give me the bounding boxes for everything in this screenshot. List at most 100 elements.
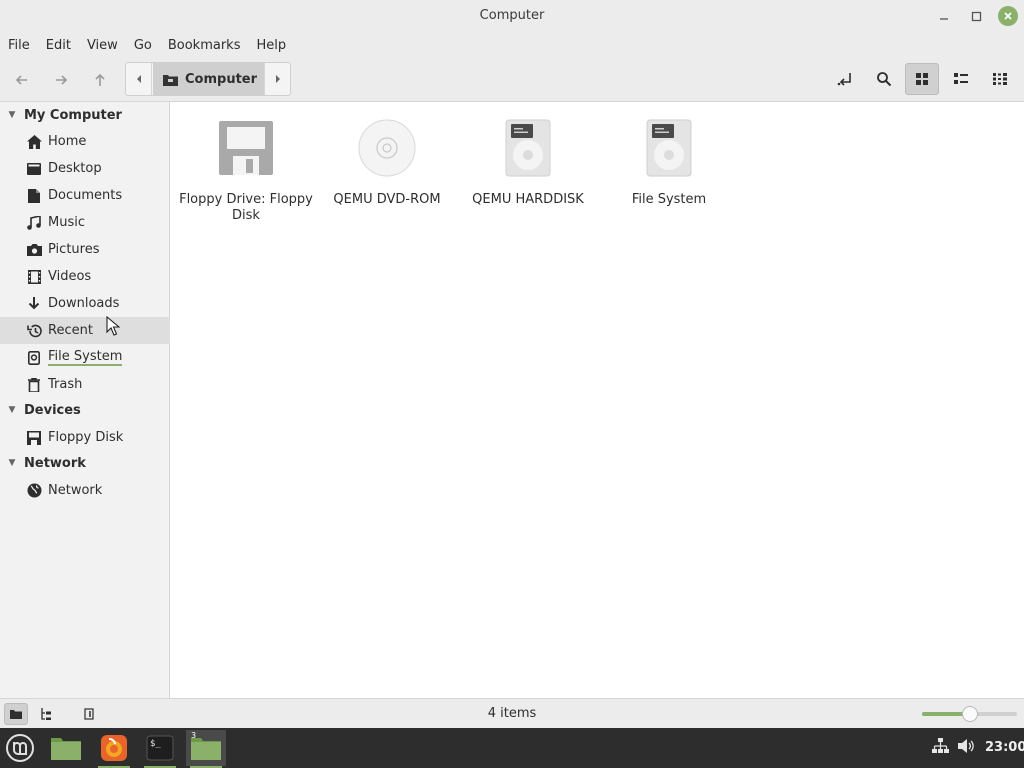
hard-disk-icon: [505, 119, 551, 177]
menu-edit[interactable]: Edit: [40, 38, 77, 53]
sidebar-item-label: Desktop: [48, 161, 102, 176]
sidebar-item-documents[interactable]: Documents: [0, 182, 170, 209]
hard-disk-icon: [646, 119, 692, 177]
caret-right-icon: [275, 75, 280, 83]
mint-logo-icon: [6, 734, 34, 762]
terminal-icon: $_: [146, 735, 174, 761]
sidebar-item-label: Documents: [48, 188, 123, 203]
taskbar-firefox-launcher[interactable]: [94, 730, 134, 768]
minimize-button[interactable]: [934, 6, 954, 26]
up-button[interactable]: [85, 66, 115, 94]
search-icon: [877, 72, 892, 87]
taskbar: $_ 3 23:00: [0, 728, 1024, 768]
expand-triangle-icon: ▼: [8, 458, 16, 468]
sidebar-item-label: Network: [48, 483, 103, 498]
expand-triangle-icon: ▼: [8, 110, 16, 120]
file-item-file-system[interactable]: File System: [599, 118, 739, 208]
sidebar-item-label: Pictures: [48, 242, 100, 257]
section-my-computer[interactable]: ▼ My Computer: [0, 104, 170, 126]
music-icon: [26, 215, 42, 231]
sidebar-item-videos[interactable]: Videos: [0, 263, 170, 290]
list-view-icon: [954, 73, 968, 84]
drive-icon: [26, 350, 42, 366]
file-item-dvd-rom[interactable]: QEMU DVD-ROM: [317, 118, 457, 208]
network-tray-icon[interactable]: [932, 738, 949, 754]
section-network[interactable]: ▼ Network: [0, 452, 170, 474]
sidebar-item-file-system[interactable]: File System: [0, 344, 170, 371]
forward-button[interactable]: [46, 66, 76, 94]
folder-icon: [51, 738, 81, 760]
path-bar: Computer: [125, 62, 291, 96]
sidebar-item-pictures[interactable]: Pictures: [0, 236, 170, 263]
toggle-location-button[interactable]: [828, 63, 862, 95]
camera-icon: [26, 242, 42, 258]
desktop-icon: [26, 161, 42, 177]
sidebar-item-label: Trash: [48, 377, 83, 392]
caret-left-icon: [136, 75, 141, 83]
maximize-button[interactable]: [966, 6, 986, 26]
back-button[interactable]: [7, 66, 37, 94]
sidebar: ▼ My Computer Home Desktop Documents Mus…: [0, 102, 170, 698]
section-label: My Computer: [24, 107, 122, 123]
path-scroll-right-button[interactable]: [264, 63, 290, 95]
compact-view-icon: [993, 73, 1007, 85]
sidebar-item-label: Music: [48, 215, 85, 230]
breadcrumb-computer[interactable]: Computer: [153, 63, 265, 95]
breadcrumb-label: Computer: [185, 71, 258, 87]
sidebar-item-label: Videos: [48, 269, 92, 284]
zoom-slider-knob[interactable]: [962, 706, 978, 722]
section-devices[interactable]: ▼ Devices: [0, 399, 170, 421]
expand-triangle-icon: ▼: [8, 405, 16, 415]
sidebar-item-floppy-disk[interactable]: Floppy Disk: [0, 424, 170, 451]
file-item-harddisk[interactable]: QEMU HARDDISK: [458, 118, 598, 208]
sidebar-item-label: Home: [48, 134, 87, 149]
sidebar-item-music[interactable]: Music: [0, 209, 170, 236]
status-bar: 4 items: [0, 698, 1024, 728]
menu-bar: File Edit View Go Bookmarks Help: [0, 32, 1024, 58]
file-item-label: QEMU HARDDISK: [472, 192, 584, 207]
menu-bookmarks[interactable]: Bookmarks: [162, 38, 247, 53]
zoom-slider[interactable]: [922, 706, 1017, 722]
menu-go[interactable]: Go: [128, 38, 158, 53]
svg-text:$_: $_: [150, 739, 161, 749]
firefox-icon: [101, 735, 127, 761]
sidebar-item-recent[interactable]: Recent: [0, 317, 170, 344]
list-view-button[interactable]: [944, 63, 978, 95]
globe-icon: [26, 483, 42, 499]
download-icon: [26, 296, 42, 312]
documents-icon: [26, 188, 42, 204]
sidebar-item-downloads[interactable]: Downloads: [0, 290, 170, 317]
compact-view-button[interactable]: [983, 63, 1017, 95]
sidebar-item-label: File System: [48, 349, 123, 366]
sidebar-item-trash[interactable]: Trash: [0, 371, 170, 398]
file-item-floppy-drive[interactable]: Floppy Drive: Floppy Disk: [176, 118, 316, 224]
sidebar-item-network[interactable]: Network: [0, 477, 170, 504]
home-icon: [26, 134, 42, 150]
mouse-cursor-icon: [106, 316, 120, 336]
menu-file[interactable]: File: [2, 38, 36, 53]
sidebar-item-label: Downloads: [48, 296, 120, 311]
file-view[interactable]: Floppy Drive: Floppy Disk QEMU DVD-ROM Q…: [171, 102, 1024, 698]
arrow-right-icon: [56, 75, 68, 85]
floppy-drive-icon: [219, 121, 273, 175]
close-button[interactable]: [998, 6, 1018, 26]
file-item-label: Floppy Drive: Floppy Disk: [179, 192, 313, 223]
sidebar-item-home[interactable]: Home: [0, 128, 170, 155]
taskbar-files-launcher[interactable]: [46, 730, 86, 766]
menu-help[interactable]: Help: [250, 38, 292, 53]
icon-view-button[interactable]: [905, 63, 939, 95]
optical-disc-icon: [358, 119, 416, 177]
menu-view[interactable]: View: [81, 38, 124, 53]
sidebar-item-desktop[interactable]: Desktop: [0, 155, 170, 182]
taskbar-files-window[interactable]: 3: [186, 730, 226, 768]
taskbar-terminal-launcher[interactable]: $_: [140, 730, 180, 768]
window-count-badge: 3: [191, 731, 197, 740]
file-item-label: QEMU DVD-ROM: [333, 192, 441, 207]
search-button[interactable]: [867, 63, 901, 95]
sidebar-item-label: Recent: [48, 323, 93, 338]
clock[interactable]: 23:00: [985, 740, 1024, 755]
volume-tray-icon[interactable]: [958, 738, 975, 754]
file-item-label: File System: [631, 192, 707, 207]
path-scroll-left-button[interactable]: [126, 63, 152, 95]
mint-menu-button[interactable]: [0, 730, 40, 766]
